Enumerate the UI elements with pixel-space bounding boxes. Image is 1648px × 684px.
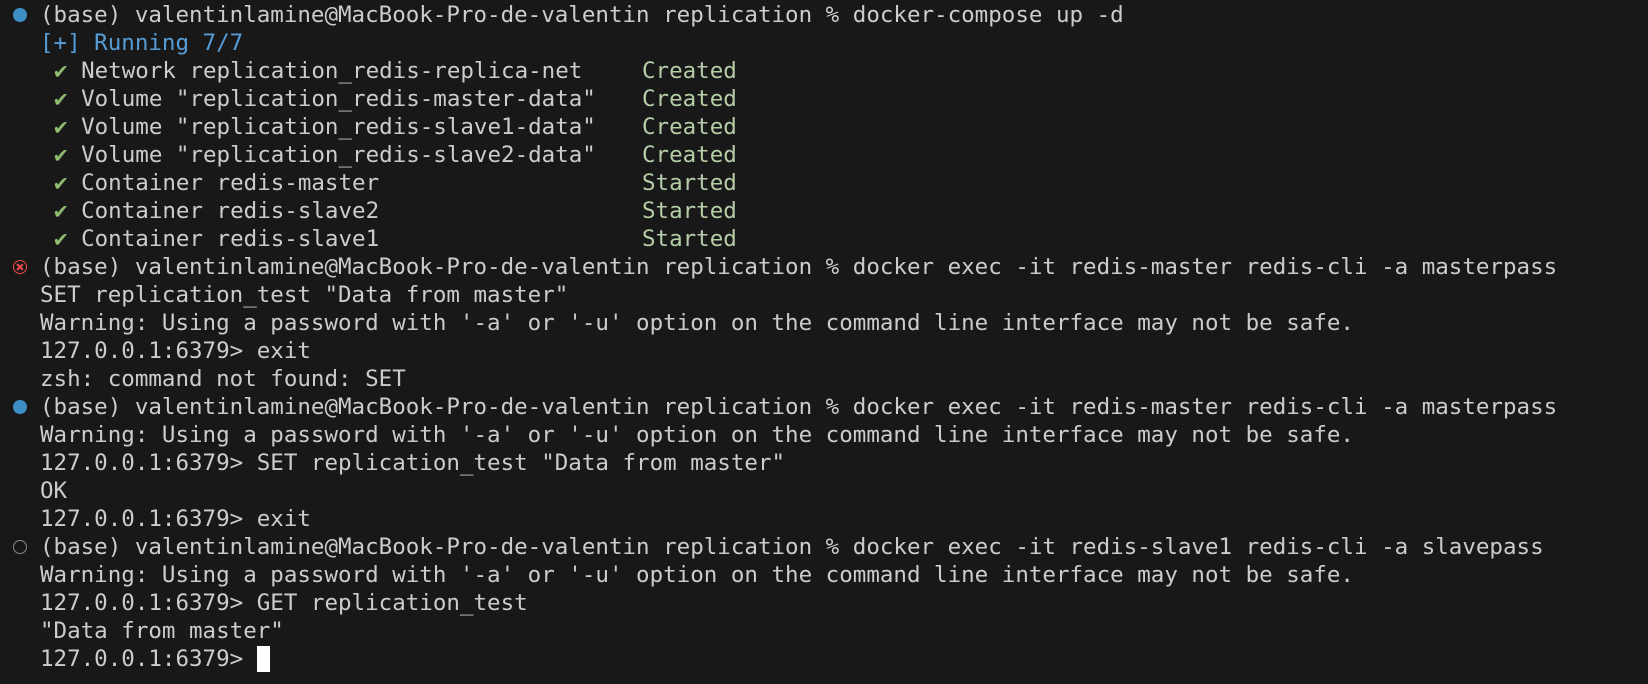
line-text: Volume "replication_redis-master-data" — [81, 86, 596, 112]
command-text: (base) valentinlamine@MacBook-Pro-de-val… — [40, 2, 1124, 28]
output-line: 127.0.0.1:6379> exit — [0, 505, 1648, 533]
status-line: ✔ Volume "replication_redis-slave2-data"… — [0, 141, 1648, 169]
line-text: Container redis-master — [81, 170, 380, 196]
output-line: Warning: Using a password with '-a' or '… — [0, 421, 1648, 449]
output-line: "Data from master" — [0, 617, 1648, 645]
output-line: 127.0.0.1:6379> exit — [0, 337, 1648, 365]
line-text: [+] Running 7/7 — [40, 30, 244, 56]
output-line: 127.0.0.1:6379> SET replication_test "Da… — [0, 449, 1648, 477]
command-error-icon[interactable] — [13, 260, 27, 274]
line-text: 127.0.0.1:6379> — [40, 646, 257, 672]
checkmark-icon: ✔ — [54, 114, 68, 140]
line-text: Warning: Using a password with '-a' or '… — [40, 422, 1354, 448]
command-success-icon[interactable] — [13, 8, 27, 22]
command-text: (base) valentinlamine@MacBook-Pro-de-val… — [40, 394, 1558, 420]
line-text: Volume "replication_redis-slave2-data" — [81, 142, 596, 168]
output-line: 127.0.0.1:6379> — [0, 645, 1648, 673]
line-text: "Data from master" — [40, 618, 284, 644]
status-label: Started — [642, 226, 737, 252]
checkmark-icon: ✔ — [54, 198, 68, 224]
checkmark-icon: ✔ — [54, 226, 68, 252]
line-text: 127.0.0.1:6379> SET replication_test "Da… — [40, 450, 786, 476]
output-line: SET replication_test "Data from master" — [0, 281, 1648, 309]
status-line: ✔ Container redis-master Started — [0, 169, 1648, 197]
line-text: Network replication_redis-replica-net — [81, 58, 583, 84]
output-line: 127.0.0.1:6379> GET replication_test — [0, 589, 1648, 617]
output-line: OK — [0, 477, 1648, 505]
checkmark-icon: ✔ — [54, 142, 68, 168]
line-text: zsh: command not found: SET — [40, 366, 406, 392]
command-text: (base) valentinlamine@MacBook-Pro-de-val… — [40, 254, 1558, 280]
output-line: zsh: command not found: SET — [0, 365, 1648, 393]
status-line: ✔ Volume "replication_redis-slave1-data"… — [0, 113, 1648, 141]
text-cursor — [256, 646, 270, 672]
line-text: Container redis-slave2 — [81, 198, 380, 224]
checkmark-icon: ✔ — [54, 58, 68, 84]
status-label: Created — [642, 142, 737, 168]
status-label: Created — [642, 114, 737, 140]
status-label: Started — [642, 198, 737, 224]
line-text: Warning: Using a password with '-a' or '… — [40, 562, 1354, 588]
line-text: 127.0.0.1:6379> GET replication_test — [40, 590, 528, 616]
line-text: Warning: Using a password with '-a' or '… — [40, 310, 1354, 336]
status-line: ✔ Network replication_redis-replica-net C… — [0, 57, 1648, 85]
command-text: (base) valentinlamine@MacBook-Pro-de-val… — [40, 534, 1544, 560]
output-line: [+] Running 7/7 — [0, 29, 1648, 57]
status-line: ✔ Container redis-slave1 Started — [0, 225, 1648, 253]
line-text: Container redis-slave1 — [81, 226, 380, 252]
command-pending-icon[interactable] — [13, 540, 27, 554]
prompt-line: (base) valentinlamine@MacBook-Pro-de-val… — [0, 1, 1648, 29]
status-label: Created — [642, 86, 737, 112]
prompt-line: (base) valentinlamine@MacBook-Pro-de-val… — [0, 253, 1648, 281]
status-line: ✔ Container redis-slave2 Started — [0, 197, 1648, 225]
prompt-line: (base) valentinlamine@MacBook-Pro-de-val… — [0, 533, 1648, 561]
line-text: SET replication_test "Data from master" — [40, 282, 569, 308]
line-text: Volume "replication_redis-slave1-data" — [81, 114, 596, 140]
output-line: Warning: Using a password with '-a' or '… — [0, 309, 1648, 337]
output-line: Warning: Using a password with '-a' or '… — [0, 561, 1648, 589]
command-success-icon[interactable] — [13, 400, 27, 414]
checkmark-icon: ✔ — [54, 170, 68, 196]
line-text: 127.0.0.1:6379> exit — [40, 338, 311, 364]
line-text: 127.0.0.1:6379> exit — [40, 506, 311, 532]
status-label: Started — [642, 170, 737, 196]
checkmark-icon: ✔ — [54, 86, 68, 112]
terminal-output[interactable]: (base) valentinlamine@MacBook-Pro-de-val… — [0, 0, 1648, 684]
status-line: ✔ Volume "replication_redis-master-data"… — [0, 85, 1648, 113]
prompt-line: (base) valentinlamine@MacBook-Pro-de-val… — [0, 393, 1648, 421]
line-text: OK — [40, 478, 68, 504]
status-label: Created — [642, 58, 737, 84]
